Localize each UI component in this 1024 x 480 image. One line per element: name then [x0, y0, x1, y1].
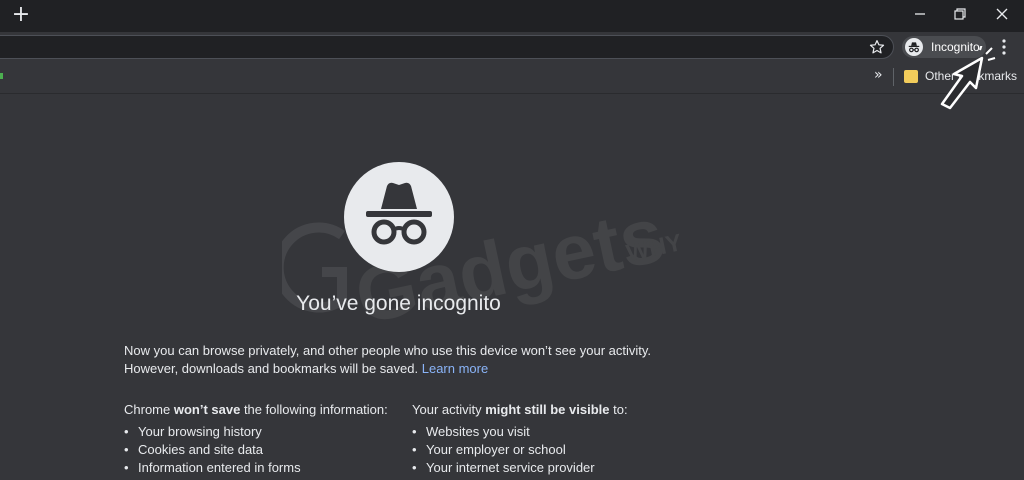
learn-more-link[interactable]: Learn more [422, 361, 488, 376]
intro-line-2: However, downloads and bookmarks will be… [124, 361, 419, 376]
list-item: Information entered in forms [124, 459, 404, 477]
still-visible-list: Websites you visit Your employer or scho… [412, 423, 692, 477]
cursor-pointer-icon [936, 43, 996, 115]
incognito-hero-icon [344, 162, 454, 272]
intro-line-1: Now you can browse privately, and other … [124, 343, 652, 358]
page-title: You’ve gone incognito [296, 292, 501, 315]
still-visible-heading: Your activity might still be visible to: [412, 402, 628, 417]
intro-text: Now you can browse privately, and other … [124, 342, 684, 378]
folder-icon [904, 70, 918, 83]
more-vert-icon [1002, 39, 1006, 55]
close-icon [996, 8, 1008, 20]
wont-save-section: Chrome won’t save the following informat… [124, 401, 404, 477]
list-item: Websites you visit [412, 423, 692, 441]
address-bar[interactable] [0, 35, 894, 59]
still-visible-section: Your activity might still be visible to:… [412, 401, 692, 477]
star-icon [869, 40, 885, 54]
restore-icon [954, 8, 966, 20]
incognito-icon [905, 38, 923, 56]
list-item: Your employer or school [412, 441, 692, 459]
list-item: Your browsing history [124, 423, 404, 441]
wont-save-heading: Chrome won’t save the following informat… [124, 402, 388, 417]
restore-button[interactable] [947, 4, 973, 24]
loading-indicator [0, 73, 3, 79]
title-bar [0, 0, 1024, 32]
bookmarks-separator [893, 68, 894, 86]
bookmarks-overflow-button[interactable]: » [874, 67, 883, 83]
new-tab-button[interactable]: + [10, 4, 32, 26]
bookmarks-bar [0, 63, 1024, 94]
minimize-icon [915, 13, 925, 15]
close-button[interactable] [989, 4, 1015, 24]
bookmark-star-button[interactable] [868, 38, 886, 56]
minimize-button[interactable] [907, 4, 933, 24]
wont-save-list: Your browsing history Cookies and site d… [124, 423, 404, 477]
list-item: Cookies and site data [124, 441, 404, 459]
list-item: Your internet service provider [412, 459, 692, 477]
chrome-menu-button[interactable] [998, 36, 1010, 58]
